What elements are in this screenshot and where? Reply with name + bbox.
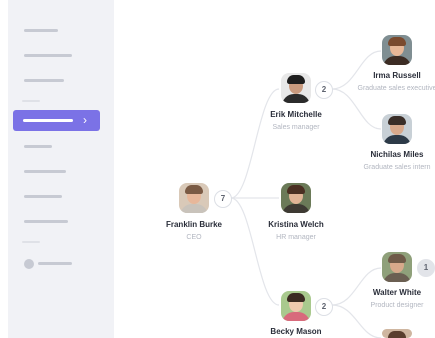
employee-role: Product designer bbox=[370, 302, 424, 309]
avatar-walter-white[interactable] bbox=[382, 252, 412, 282]
employee-role: Graduate sales executive bbox=[357, 85, 435, 92]
employee-name: Walter White bbox=[372, 288, 422, 297]
reports-count-badge[interactable]: 7 bbox=[214, 190, 232, 208]
employee-name: Irma Russell bbox=[373, 71, 421, 80]
reports-count-badge[interactable]: 2 bbox=[315, 298, 333, 316]
avatar-partial[interactable] bbox=[382, 329, 412, 338]
employee-name: Nichilas Miles bbox=[370, 150, 424, 159]
employee-role: HR manager bbox=[276, 234, 316, 241]
avatar-erik-mitchelle[interactable] bbox=[281, 73, 311, 103]
avatar-franklin-burke[interactable] bbox=[179, 183, 209, 213]
avatar-nichilas-miles[interactable] bbox=[382, 114, 412, 144]
avatar-becky-mason[interactable] bbox=[281, 291, 311, 321]
employee-name: Erik Mitchelle bbox=[270, 110, 322, 119]
employee-name: Franklin Burke bbox=[165, 220, 222, 229]
employee-role: Sales manager bbox=[272, 124, 320, 131]
employee-role: Graduate sales intern bbox=[363, 164, 431, 171]
reports-count-badge[interactable]: 2 bbox=[315, 81, 333, 99]
avatar-irma-russell[interactable] bbox=[382, 35, 412, 65]
reports-count-badge[interactable]: 1 bbox=[417, 259, 435, 277]
employee-name: Kristina Welch bbox=[268, 220, 324, 229]
employee-role: CEO bbox=[186, 234, 202, 241]
employee-name: Becky Mason bbox=[270, 327, 322, 336]
avatar-kristina-welch[interactable] bbox=[281, 183, 311, 213]
